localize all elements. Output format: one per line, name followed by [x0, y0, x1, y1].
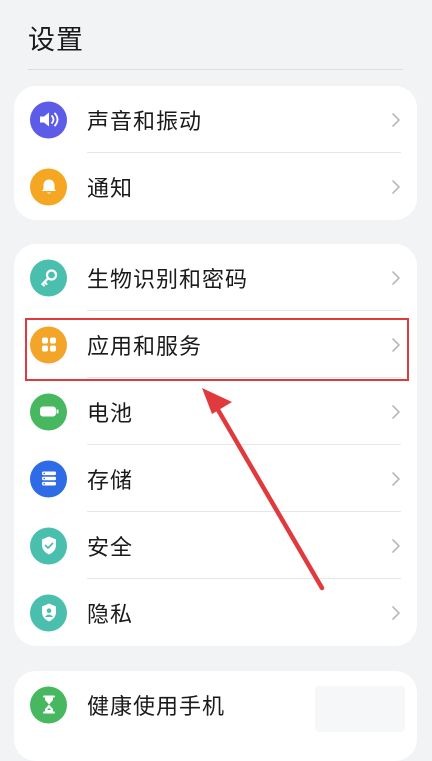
- settings-item-label: 电池: [87, 401, 134, 427]
- settings-item-sound-vibration[interactable]: 声音和振动: [14, 86, 417, 153]
- apps-grid-icon: [30, 326, 67, 363]
- bell-icon: [30, 168, 67, 205]
- redacted-area: [315, 686, 405, 732]
- chevron-right-icon: [392, 179, 400, 194]
- settings-group-1: 声音和振动 通知: [14, 86, 417, 220]
- volume-icon: [30, 101, 67, 138]
- privacy-shield-icon: [30, 594, 67, 631]
- settings-item-apps-services[interactable]: 应用和服务: [14, 311, 417, 378]
- settings-item-label: 健康使用手机: [87, 694, 226, 720]
- settings-item-label: 声音和振动: [87, 109, 203, 135]
- settings-item-battery[interactable]: 电池: [14, 378, 417, 445]
- settings-item-label: 应用和服务: [87, 334, 203, 360]
- title-divider: [28, 69, 403, 70]
- key-icon: [30, 259, 67, 296]
- settings-item-label: 安全: [87, 535, 134, 561]
- settings-item-storage[interactable]: 存储: [14, 445, 417, 512]
- battery-icon: [30, 393, 67, 430]
- chevron-right-icon: [392, 112, 400, 127]
- settings-item-label: 生物识别和密码: [87, 267, 249, 293]
- chevron-right-icon: [392, 605, 400, 620]
- settings-item-notifications[interactable]: 通知: [14, 153, 417, 220]
- storage-icon: [30, 460, 67, 497]
- settings-item-label: 隐私: [87, 602, 134, 628]
- settings-group-2: 生物识别和密码 应用和服务 电池 存储 安全 隐私: [14, 244, 417, 646]
- chevron-right-icon: [392, 538, 400, 553]
- hourglass-icon: [30, 686, 67, 723]
- settings-item-privacy[interactable]: 隐私: [14, 579, 417, 646]
- settings-item-biometrics-password[interactable]: 生物识别和密码: [14, 244, 417, 311]
- page-title: 设置: [28, 25, 84, 56]
- chevron-right-icon: [392, 337, 400, 352]
- settings-item-label: 存储: [87, 468, 134, 494]
- chevron-right-icon: [392, 404, 400, 419]
- chevron-right-icon: [392, 471, 400, 486]
- settings-item-label: 通知: [87, 176, 134, 202]
- chevron-right-icon: [392, 270, 400, 285]
- shield-check-icon: [30, 527, 67, 564]
- settings-item-security[interactable]: 安全: [14, 512, 417, 579]
